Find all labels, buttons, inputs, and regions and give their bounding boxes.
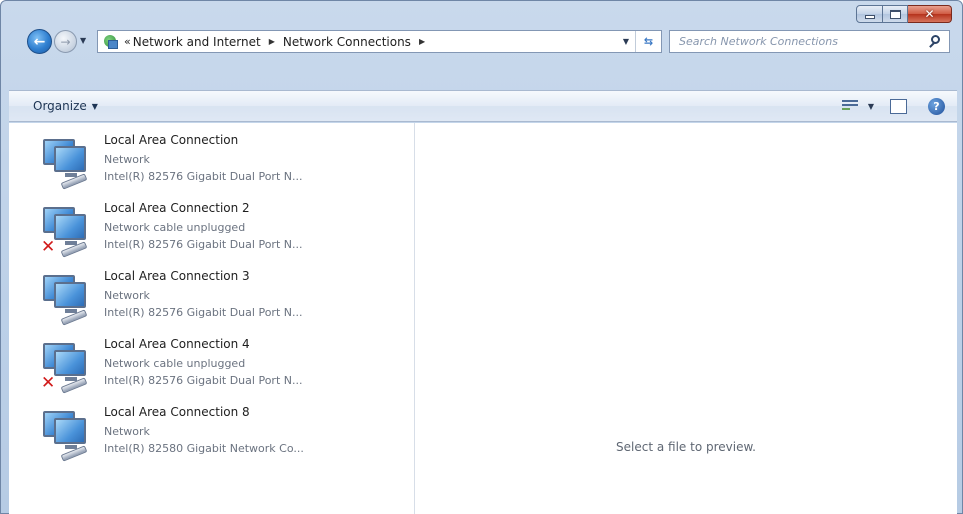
connection-status: Network cable unplugged: [104, 221, 246, 234]
command-bar-right: ▼ ?: [840, 97, 945, 115]
breadcrumb-chevron-icon[interactable]: ▶: [419, 37, 425, 46]
connection-name: Local Area Connection 8: [104, 405, 250, 419]
list-item-text: Local Area Connection 8 Network Intel(R)…: [104, 401, 304, 457]
connection-device: Intel(R) 82576 Gigabit Dual Port N...: [104, 170, 303, 183]
disconnected-x-icon: ✕: [41, 237, 56, 257]
help-icon: ?: [933, 99, 940, 113]
breadcrumb-item-network-and-internet[interactable]: Network and Internet: [133, 35, 261, 49]
breadcrumb-item-network-connections[interactable]: Network Connections: [283, 35, 411, 49]
connection-device: Intel(R) 82576 Gigabit Dual Port N...: [104, 306, 303, 319]
connection-device: Intel(R) 82576 Gigabit Dual Port N...: [104, 374, 303, 387]
search-box: [669, 30, 950, 53]
connection-name: Local Area Connection 2: [104, 201, 250, 215]
minimize-icon: [864, 15, 875, 19]
back-button[interactable]: ←: [27, 29, 52, 54]
list-item[interactable]: Local Area Connection 3 Network Intel(R)…: [39, 265, 399, 329]
network-adapter-icon: [39, 405, 95, 462]
breadcrumb-overflow[interactable]: «: [124, 35, 131, 48]
refresh-icon: ⇆: [643, 35, 654, 48]
preview-message: Select a file to preview.: [616, 440, 756, 454]
content-area: Local Area Connection Network Intel(R) 8…: [9, 123, 957, 514]
preview-pane: Select a file to preview.: [415, 123, 957, 514]
address-bar[interactable]: « Network and Internet ▶ Network Connect…: [97, 30, 662, 53]
connection-status: Network: [104, 153, 150, 166]
disconnected-x-icon: ✕: [41, 373, 56, 393]
list-item-text: Local Area Connection 2 Network cable un…: [104, 197, 302, 253]
connection-name: Local Area Connection 4: [104, 337, 250, 351]
preview-pane-button[interactable]: [890, 98, 907, 114]
search-icon[interactable]: [926, 32, 946, 52]
maximize-button[interactable]: [883, 5, 908, 23]
connection-status: Network: [104, 425, 150, 438]
list-item[interactable]: ✕ Local Area Connection 4 Network cable …: [39, 333, 399, 397]
connection-status: Network cable unplugged: [104, 357, 246, 370]
forward-button[interactable]: →: [54, 30, 77, 53]
explorer-window: ✕ ← → ▼ « Network and Internet ▶ Network…: [0, 0, 963, 514]
list-item-text: Local Area Connection Network Intel(R) 8…: [104, 129, 302, 185]
caption-buttons: ✕: [856, 5, 952, 23]
network-folder-icon: [102, 34, 118, 50]
list-item[interactable]: ✕ Local Area Connection 2 Network cable …: [39, 197, 399, 261]
arrow-left-icon: ←: [33, 33, 46, 50]
chevron-down-icon: ▼: [91, 101, 98, 111]
help-button[interactable]: ?: [928, 97, 945, 115]
network-adapter-icon: [39, 269, 95, 326]
close-icon: ✕: [924, 7, 935, 21]
view-options-dropdown[interactable]: ▼: [868, 102, 874, 111]
close-button[interactable]: ✕: [908, 5, 952, 23]
connection-name: Local Area Connection 3: [104, 269, 250, 283]
command-bar: Organize ▼ ▼ ?: [9, 90, 957, 122]
network-adapter-icon: ✕: [39, 201, 95, 258]
recent-pages-dropdown[interactable]: ▼: [80, 36, 86, 45]
network-adapter-icon: ✕: [39, 337, 95, 394]
list-item[interactable]: Local Area Connection 8 Network Intel(R)…: [39, 401, 399, 465]
connection-device: Intel(R) 82580 Gigabit Network Co...: [104, 442, 304, 455]
search-input[interactable]: [670, 31, 926, 52]
change-view-button[interactable]: [840, 98, 862, 114]
list-item-text: Local Area Connection 3 Network Intel(R)…: [104, 265, 302, 321]
breadcrumb: « Network and Internet ▶ Network Connect…: [124, 35, 433, 49]
organize-button[interactable]: Organize ▼: [33, 99, 98, 113]
refresh-button[interactable]: ⇆: [635, 31, 661, 52]
minimize-button[interactable]: [856, 5, 883, 23]
list-item[interactable]: Local Area Connection Network Intel(R) 8…: [39, 129, 399, 193]
list-item-text: Local Area Connection 4 Network cable un…: [104, 333, 302, 389]
maximize-icon: [889, 9, 901, 19]
address-dropdown-button[interactable]: ▼: [617, 37, 635, 46]
address-actions: ▼ ⇆: [617, 31, 661, 52]
arrow-right-icon: →: [60, 34, 71, 49]
breadcrumb-chevron-icon[interactable]: ▶: [269, 37, 275, 46]
network-adapter-icon: [39, 133, 95, 190]
organize-label: Organize: [33, 99, 87, 113]
connections-list: Local Area Connection Network Intel(R) 8…: [9, 123, 414, 514]
connection-name: Local Area Connection: [104, 133, 239, 147]
connection-device: Intel(R) 82576 Gigabit Dual Port N...: [104, 238, 303, 251]
connection-status: Network: [104, 289, 150, 302]
